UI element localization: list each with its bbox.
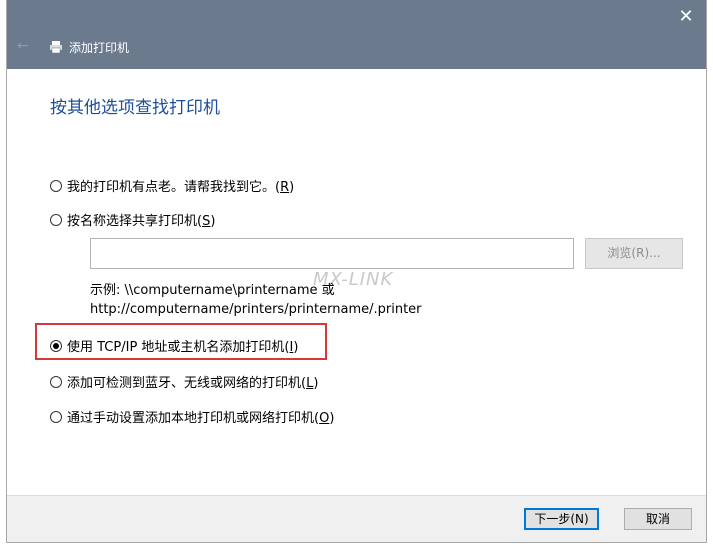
close-icon[interactable]: ✕ bbox=[676, 7, 696, 27]
option-label: 使用 TCP/IP 地址或主机名添加打印机(I) bbox=[67, 340, 299, 355]
radio-button[interactable] bbox=[50, 375, 62, 388]
shared-printer-name-input[interactable] bbox=[90, 238, 574, 269]
page-heading: 按其他选项查找打印机 bbox=[50, 98, 220, 118]
option-wireless[interactable]: 添加可检测到蓝牙、无线或网络的打印机(L) bbox=[50, 372, 318, 391]
option-shared-printer[interactable]: 按名称选择共享打印机(S) bbox=[50, 210, 215, 229]
title-bar: ✕ ← 添加打印机 bbox=[7, 0, 706, 69]
option-label: 添加可检测到蓝牙、无线或网络的打印机(L) bbox=[67, 376, 319, 391]
footer-bar: 下一步(N) 取消 bbox=[7, 495, 706, 542]
example-line-2: http://computername/printers/printername… bbox=[90, 302, 422, 317]
option-tcpip[interactable]: 使用 TCP/IP 地址或主机名添加打印机(I) bbox=[50, 336, 298, 355]
browse-button[interactable]: 浏览(R)... bbox=[585, 238, 683, 269]
back-arrow-icon[interactable]: ← bbox=[17, 38, 33, 54]
radio-button[interactable] bbox=[50, 410, 62, 423]
option-label: 通过手动设置添加本地打印机或网络打印机(O) bbox=[67, 411, 335, 426]
window-title: 添加打印机 bbox=[69, 41, 130, 55]
example-text: 示例: \\computername\printername 或 http://… bbox=[90, 281, 422, 319]
cancel-button[interactable]: 取消 bbox=[624, 508, 692, 530]
radio-button[interactable] bbox=[50, 179, 62, 192]
next-button[interactable]: 下一步(N) bbox=[524, 508, 599, 530]
option-label: 我的打印机有点老。请帮我找到它。(R) bbox=[67, 180, 295, 195]
example-line-1: 示例: \\computername\printername 或 bbox=[90, 283, 335, 298]
radio-button-selected[interactable] bbox=[50, 339, 62, 352]
option-manual[interactable]: 通过手动设置添加本地打印机或网络打印机(O) bbox=[50, 407, 334, 426]
radio-button[interactable] bbox=[50, 213, 62, 226]
option-old-printer[interactable]: 我的打印机有点老。请帮我找到它。(R) bbox=[50, 176, 294, 195]
add-printer-window: ✕ ← 添加打印机 按其他选项查找打印机 我的打印机有点老。请帮我找到它。(R)… bbox=[6, 0, 707, 543]
option-label: 按名称选择共享打印机(S) bbox=[67, 214, 216, 229]
printer-icon bbox=[50, 41, 62, 54]
